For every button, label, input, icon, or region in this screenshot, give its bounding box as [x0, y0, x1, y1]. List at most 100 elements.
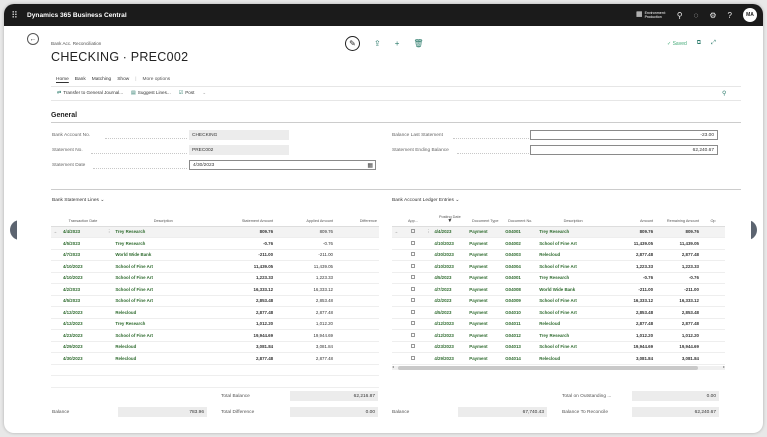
table-row[interactable]: 4/5/2023 Payment G04010 School of Fine Art 2…	[392, 306, 725, 319]
document-type-cell[interactable]: Payment	[467, 237, 504, 250]
row-actions-cell[interactable]	[104, 260, 114, 273]
empty-row[interactable]	[51, 364, 379, 376]
applied-checkbox[interactable]	[410, 332, 415, 337]
difference-cell[interactable]	[335, 260, 379, 273]
open-cell[interactable]	[700, 260, 725, 273]
document-no-cell[interactable]: G04001	[503, 226, 538, 238]
posting-date-cell[interactable]: 4/2/2023	[432, 295, 468, 307]
actions-dropdown-icon[interactable]: ⌄	[202, 90, 206, 96]
col-open[interactable]: Op	[700, 209, 725, 227]
remaining-amount-cell[interactable]: 2,877.48	[655, 318, 701, 330]
table-row[interactable]: 4/23/2023 Payment G04013 School of Fine Art…	[392, 341, 725, 353]
open-cell[interactable]	[700, 237, 725, 250]
table-row[interactable]: 4/23/2023 School of Fine Art 19,944.69 19,9…	[51, 329, 379, 342]
table-row[interactable]: 4/29/2023 Relecloud 3,081.84 3,081.84	[51, 341, 379, 353]
scrollbar-thumb[interactable]	[398, 366, 698, 370]
difference-cell[interactable]	[335, 272, 379, 284]
document-no-cell[interactable]: G04002	[503, 237, 538, 250]
col-transaction-date[interactable]: Transaction Date	[60, 209, 105, 227]
applied-amount-cell[interactable]: -0.76	[275, 237, 335, 250]
description-cell[interactable]: School of Fine Art	[113, 260, 214, 273]
table-row[interactable]: 4/5/2023 Payment G04001 Trey Research -0.76-…	[392, 272, 725, 284]
ledger-horizontal-scrollbar[interactable]: ◂ ▸	[392, 364, 725, 370]
description-cell[interactable]: Relecloud	[537, 249, 610, 261]
delete-icon[interactable]: 🗑	[413, 39, 423, 48]
document-type-cell[interactable]: Payment	[467, 226, 504, 238]
row-actions-cell[interactable]	[104, 249, 114, 261]
avatar[interactable]: MA	[743, 8, 757, 22]
statement-amount-cell[interactable]: -0.76	[213, 237, 276, 250]
document-no-cell[interactable]: G04003	[503, 249, 538, 261]
transaction-date-cell[interactable]: 4/30/2023	[60, 352, 105, 365]
description-cell[interactable]: School of Fine Art	[113, 283, 214, 296]
description-cell[interactable]: World Wide Bank	[537, 283, 610, 296]
applied-amount-cell[interactable]: 16,333.12	[275, 283, 335, 296]
description-cell[interactable]: Relecloud	[537, 352, 610, 365]
table-row[interactable]: 4/30/2023 Relecloud 2,877.48 2,877.48	[51, 352, 379, 365]
empty-row[interactable]	[51, 375, 379, 388]
row-actions-cell[interactable]	[104, 306, 114, 319]
ledger-entries-title[interactable]: Bank Account Ledger Entries ⌄	[392, 198, 459, 203]
applied-checkbox-cell[interactable]	[401, 318, 424, 330]
applied-checkbox[interactable]	[410, 240, 415, 245]
transaction-date-cell[interactable]: 4/12/2023	[60, 318, 105, 330]
open-cell[interactable]	[700, 352, 725, 365]
environment-indicator[interactable]: ▦ Environment: Production	[636, 11, 666, 19]
description-cell[interactable]: Trey Research	[537, 329, 610, 342]
remaining-amount-cell[interactable]: 2,853.48	[655, 306, 701, 319]
tab-bank[interactable]: Bank	[75, 77, 86, 82]
applied-amount-cell[interactable]: 1,223.33	[275, 272, 335, 284]
search-icon[interactable]: ⚲	[677, 11, 683, 20]
statement-amount-cell[interactable]: -211.00	[213, 249, 276, 261]
description-cell[interactable]: Relecloud	[113, 306, 214, 319]
difference-cell[interactable]	[335, 318, 379, 330]
transaction-date-cell[interactable]: 4/12/2023	[60, 306, 105, 319]
posting-date-cell[interactable]: 4/30/2023	[432, 249, 468, 261]
description-cell[interactable]: Trey Research	[537, 272, 610, 284]
document-no-cell[interactable]: G04013	[503, 341, 538, 353]
remaining-amount-cell[interactable]: 19,944.69	[655, 341, 701, 353]
remaining-amount-cell[interactable]: 11,439.05	[655, 237, 701, 250]
row-actions-cell[interactable]	[423, 306, 433, 319]
document-no-cell[interactable]: G04001	[503, 272, 538, 284]
remaining-amount-cell[interactable]: 2,877.48	[655, 249, 701, 261]
open-cell[interactable]	[700, 329, 725, 342]
description-cell[interactable]: Relecloud	[537, 318, 610, 330]
statement-amount-cell[interactable]: 2,853.48	[213, 295, 276, 307]
posting-date-cell[interactable]: 4/23/2023	[432, 341, 468, 353]
applied-amount-cell[interactable]: 11,439.05	[275, 260, 335, 273]
statement-amount-cell[interactable]: 16,333.12	[213, 283, 276, 296]
description-cell[interactable]: Trey Research	[113, 226, 214, 238]
applied-checkbox-cell[interactable]	[401, 329, 424, 342]
tab-more-options[interactable]: More options	[142, 77, 170, 82]
document-no-cell[interactable]: G04009	[503, 295, 538, 307]
document-no-cell[interactable]: G04008	[503, 283, 538, 296]
row-actions-cell[interactable]	[104, 341, 114, 353]
description-cell[interactable]: School of Fine Art	[113, 295, 214, 307]
document-type-cell[interactable]: Payment	[467, 272, 504, 284]
applied-amount-cell[interactable]: -211.00	[275, 249, 335, 261]
document-no-cell[interactable]: G04014	[503, 352, 538, 365]
col-difference[interactable]: Difference	[335, 209, 379, 227]
document-no-cell[interactable]: G04011	[503, 318, 538, 330]
table-row[interactable]: 4/12/2023 Payment G04011 Relecloud 2,877.48 2…	[392, 318, 725, 330]
document-type-cell[interactable]: Payment	[467, 260, 504, 273]
gear-icon[interactable]: ⚙	[709, 11, 716, 20]
document-no-cell[interactable]: G04004	[503, 260, 538, 273]
col-description[interactable]: Description	[537, 209, 610, 227]
row-actions-cell[interactable]	[423, 295, 433, 307]
applied-checkbox[interactable]	[410, 286, 415, 291]
applied-amount-cell[interactable]: 1,012.20	[275, 318, 335, 330]
amount-cell[interactable]: 2,853.48	[609, 306, 656, 319]
posting-date-cell[interactable]: 4/12/2023	[432, 318, 468, 330]
applied-amount-cell[interactable]: 3,081.84	[275, 341, 335, 353]
open-cell[interactable]	[700, 295, 725, 307]
applied-checkbox[interactable]	[410, 344, 415, 349]
table-row[interactable]: 4/5/2023 School of Fine Art 2,853.48 2,853.…	[51, 295, 379, 307]
bank-statement-lines-title[interactable]: Bank Statement Lines ⌄	[52, 198, 104, 203]
applied-checkbox[interactable]	[410, 275, 415, 280]
description-cell[interactable]: School of Fine Art	[537, 306, 610, 319]
edit-button[interactable]: ✎	[345, 36, 360, 51]
amount-cell[interactable]: -0.76	[609, 272, 656, 284]
applied-amount-cell[interactable]: 809.76	[275, 226, 335, 238]
